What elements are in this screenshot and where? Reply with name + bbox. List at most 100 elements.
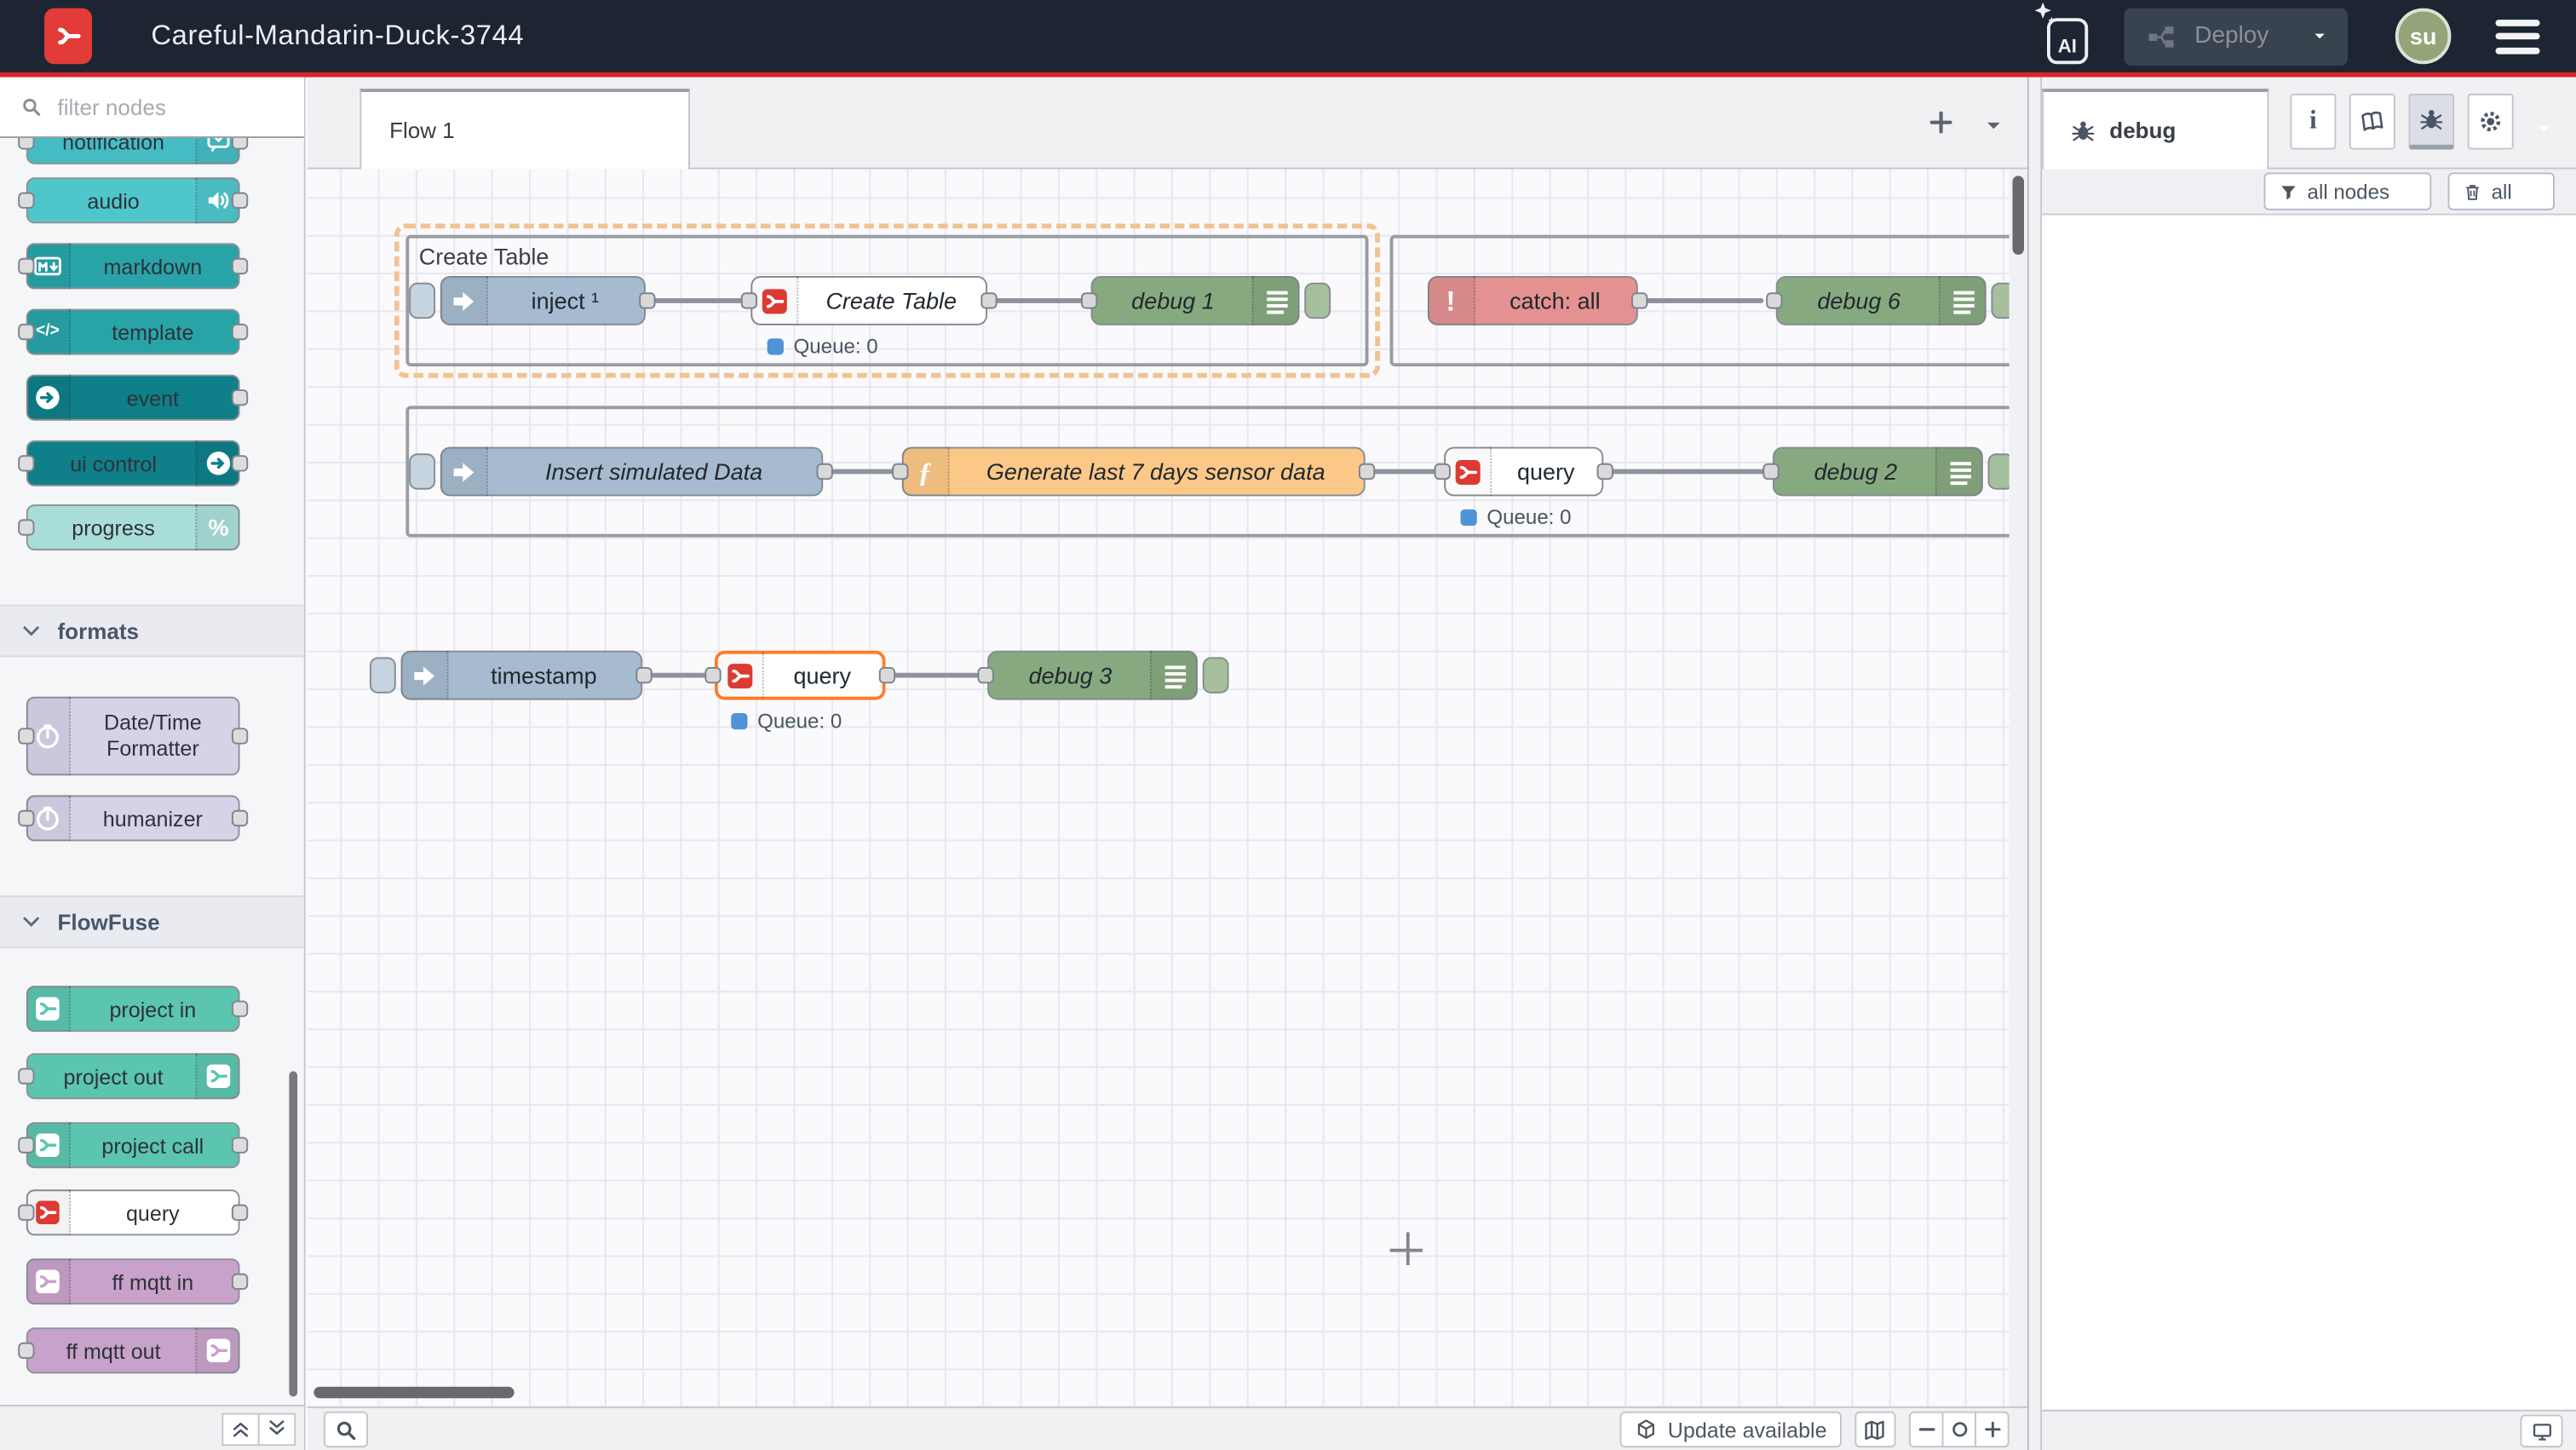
zoom-reset-button[interactable]: [1942, 1412, 1977, 1447]
inject-button[interactable]: [409, 283, 435, 319]
output-port[interactable]: [1631, 292, 1647, 308]
ai-assistant-button[interactable]: AI: [2033, 5, 2090, 67]
palette-node-markdown[interactable]: markdown: [26, 243, 240, 289]
node-catch-all-3[interactable]: !catch: all: [1428, 276, 1638, 325]
update-available-button[interactable]: Update available: [1620, 1412, 1842, 1447]
input-port[interactable]: [892, 463, 908, 480]
sidebar-tab-help[interactable]: [2349, 94, 2395, 150]
sidebar-menu-button[interactable]: [2533, 118, 2555, 140]
input-port[interactable]: [18, 728, 34, 744]
palette-node-progress[interactable]: %progress: [26, 504, 240, 550]
canvas-search-button[interactable]: [324, 1412, 368, 1447]
sidebar-tab-debug[interactable]: [2408, 94, 2454, 150]
node-debug-6-4[interactable]: debug 6: [1776, 276, 1987, 325]
navigator-toggle-button[interactable]: [1854, 1412, 1895, 1447]
node-create-table-1[interactable]: Create TableQueue: 0: [750, 276, 987, 325]
debug-toggle-button[interactable]: [1203, 657, 1229, 693]
input-port[interactable]: [18, 519, 34, 535]
node-body[interactable]: debug 6: [1776, 276, 1987, 325]
palette-node-query[interactable]: query: [26, 1189, 240, 1235]
output-port[interactable]: [232, 193, 248, 209]
palette-node-ff-mqtt-out[interactable]: ff mqtt out: [26, 1327, 240, 1373]
node-debug-2-8[interactable]: debug 2: [1773, 447, 1983, 497]
node-body[interactable]: timestamp: [401, 651, 642, 700]
flow-canvas[interactable]: Create Table inject ¹ Create TableQueue: …: [308, 170, 2027, 1407]
sidebar-splitter[interactable]: [2027, 78, 2042, 1450]
input-port[interactable]: [18, 1343, 34, 1359]
open-in-window-button[interactable]: [2520, 1414, 2562, 1447]
zoom-out-button[interactable]: [1909, 1412, 1944, 1447]
deploy-caret-icon[interactable]: [2311, 28, 2327, 44]
palette-node-project-call[interactable]: project call: [26, 1122, 240, 1168]
output-port[interactable]: [639, 292, 655, 308]
node-timestamp-9[interactable]: timestamp: [401, 651, 642, 700]
node-debug-1-2[interactable]: debug 1: [1091, 276, 1300, 325]
palette-scroll-area[interactable]: notificationaudiomarkdown</>templateeven…: [0, 138, 304, 1405]
output-port[interactable]: [879, 667, 895, 683]
input-port[interactable]: [18, 810, 34, 826]
input-port[interactable]: [18, 1205, 34, 1221]
node-body[interactable]: Insert simulated Data: [440, 447, 823, 497]
input-port[interactable]: [741, 292, 757, 308]
inject-button[interactable]: [370, 657, 396, 693]
palette-node-notification[interactable]: notification: [26, 138, 240, 164]
input-port[interactable]: [18, 1137, 34, 1154]
input-port[interactable]: [1762, 463, 1779, 480]
output-port[interactable]: [232, 1137, 248, 1154]
output-port[interactable]: [232, 258, 248, 274]
debug-toggle-button[interactable]: [1304, 283, 1331, 319]
palette-node-ff-mqtt-in[interactable]: ff mqtt in: [26, 1258, 240, 1304]
input-port[interactable]: [18, 193, 34, 209]
node-body[interactable]: ƒGenerate last 7 days sensor data: [902, 447, 1366, 497]
output-port[interactable]: [1597, 463, 1613, 480]
palette-node-project-out[interactable]: project out: [26, 1053, 240, 1099]
node-body[interactable]: debug 3: [987, 651, 1198, 700]
expand-all-categories-button[interactable]: [258, 1413, 296, 1446]
node-body[interactable]: debug 2: [1773, 447, 1983, 497]
output-port[interactable]: [232, 1000, 248, 1016]
collapse-all-categories-button[interactable]: [221, 1413, 259, 1446]
deploy-button[interactable]: Deploy: [2124, 8, 2348, 65]
sidebar-tab-config[interactable]: [2468, 94, 2514, 150]
output-port[interactable]: [232, 138, 248, 150]
node-generate-last-7-days-sensor-data-6[interactable]: ƒGenerate last 7 days sensor data: [902, 447, 1366, 497]
palette-node-audio[interactable]: audio: [26, 177, 240, 223]
debug-messages-panel[interactable]: [2042, 216, 2576, 1410]
sidebar-tab-info[interactable]: i: [2290, 94, 2336, 150]
node-body[interactable]: Create Table: [750, 276, 987, 325]
flow-list-menu-button[interactable]: [1983, 115, 2004, 136]
input-port[interactable]: [18, 258, 34, 274]
output-port[interactable]: [232, 389, 248, 406]
tab-debug[interactable]: debug: [2042, 89, 2268, 169]
debug-filter-button[interactable]: all nodes: [2264, 172, 2432, 210]
output-port[interactable]: [232, 810, 248, 826]
inject-button[interactable]: [409, 453, 435, 489]
node-inject-0[interactable]: inject ¹: [440, 276, 646, 325]
palette-filter-input[interactable]: [55, 93, 268, 121]
palette-node-project-in[interactable]: project in: [26, 986, 240, 1032]
node-query-10[interactable]: queryQueue: 0: [715, 651, 886, 700]
node-body[interactable]: !catch: all: [1428, 276, 1638, 325]
node-body[interactable]: debug 1: [1091, 276, 1300, 325]
palette-category-flowfuse[interactable]: FlowFuse: [0, 895, 304, 948]
input-port[interactable]: [18, 324, 34, 340]
output-port[interactable]: [232, 728, 248, 744]
palette-node-date-time-formatter[interactable]: Date/Time Formatter: [26, 697, 240, 776]
canvas-horizontal-scrollbar[interactable]: [313, 1387, 514, 1399]
palette-category-formats[interactable]: formats: [0, 605, 304, 658]
debug-toggle-button[interactable]: [1988, 453, 2010, 489]
main-menu-button[interactable]: [2495, 19, 2539, 53]
input-port[interactable]: [1081, 292, 1097, 308]
node-body[interactable]: query: [1444, 447, 1603, 497]
canvas-vertical-scrollbar[interactable]: [2012, 175, 2024, 255]
input-port[interactable]: [977, 667, 993, 683]
palette-node-template[interactable]: </>template: [26, 309, 240, 355]
node-insert-simulated-data-5[interactable]: Insert simulated Data: [440, 447, 823, 497]
palette-scrollbar[interactable]: [289, 1071, 297, 1396]
node-debug-3-11[interactable]: debug 3: [987, 651, 1198, 700]
output-port[interactable]: [816, 463, 832, 480]
output-port[interactable]: [980, 292, 997, 308]
output-port[interactable]: [635, 667, 652, 683]
node-body[interactable]: inject ¹: [440, 276, 646, 325]
output-port[interactable]: [232, 455, 248, 471]
